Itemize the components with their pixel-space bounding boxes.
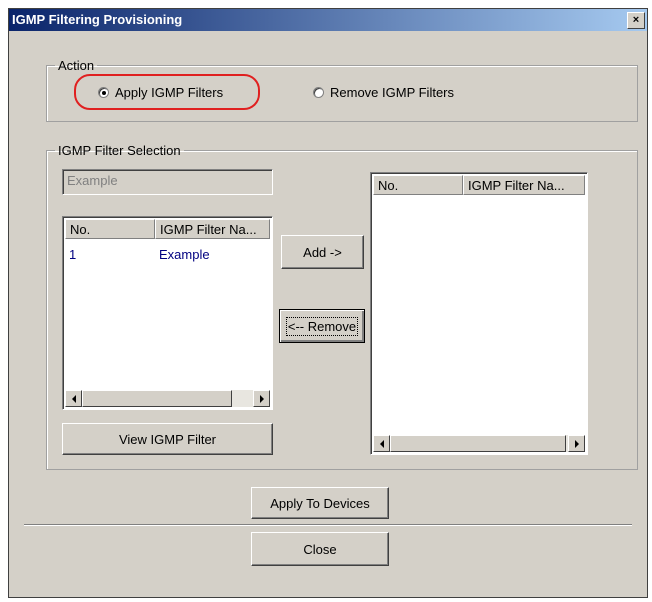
scroll-right-button[interactable] bbox=[568, 435, 585, 452]
available-filters-table[interactable]: No. IGMP Filter Na... 1 Example bbox=[62, 216, 273, 410]
filter-name-field[interactable]: Example bbox=[62, 169, 273, 195]
row-no-cell: 1 bbox=[69, 247, 77, 262]
window-title: IGMP Filtering Provisioning bbox=[12, 12, 183, 27]
scroll-left-button[interactable] bbox=[65, 390, 82, 407]
radio-remove-igmp-filters[interactable]: Remove IGMP Filters bbox=[313, 85, 454, 100]
apply-to-devices-button[interactable]: Apply To Devices bbox=[251, 487, 389, 519]
remove-button[interactable]: <-- Remove bbox=[279, 309, 365, 343]
table-header: No. IGMP Filter Na... bbox=[373, 175, 585, 195]
add-button-label: Add -> bbox=[303, 244, 342, 260]
remove-button-label: <-- Remove bbox=[285, 316, 359, 336]
view-igmp-filter-button[interactable]: View IGMP Filter bbox=[62, 423, 273, 455]
radio-remove-label: Remove IGMP Filters bbox=[330, 85, 455, 100]
annotation-highlight bbox=[74, 74, 260, 110]
footer-divider bbox=[24, 524, 632, 526]
scroll-left-button[interactable] bbox=[373, 435, 390, 452]
table-row[interactable]: 1 Example bbox=[65, 245, 270, 263]
add-button[interactable]: Add -> bbox=[281, 235, 364, 269]
arrow-right-icon bbox=[259, 394, 264, 403]
close-button-label: Close bbox=[303, 541, 337, 557]
arrow-right-icon bbox=[574, 439, 579, 448]
close-button[interactable]: Close bbox=[251, 532, 389, 566]
table-header: No. IGMP Filter Na... bbox=[65, 219, 270, 239]
radio-unselected-icon bbox=[313, 87, 324, 98]
action-legend: Action bbox=[58, 58, 95, 73]
scroll-thumb[interactable] bbox=[82, 390, 232, 407]
column-header-no[interactable]: No. bbox=[65, 219, 155, 239]
column-header-no[interactable]: No. bbox=[373, 175, 463, 195]
scroll-right-button[interactable] bbox=[253, 390, 270, 407]
horizontal-scrollbar[interactable] bbox=[65, 390, 270, 407]
view-igmp-filter-label: View IGMP Filter bbox=[118, 431, 217, 447]
title-bar[interactable]: IGMP Filtering Provisioning × bbox=[9, 9, 647, 31]
close-window-icon[interactable]: × bbox=[627, 12, 645, 29]
arrow-left-icon bbox=[71, 394, 76, 403]
apply-to-devices-label: Apply To Devices bbox=[270, 495, 370, 511]
selected-filters-table[interactable]: No. IGMP Filter Na... bbox=[370, 172, 588, 455]
arrow-left-icon bbox=[379, 439, 384, 448]
horizontal-scrollbar[interactable] bbox=[373, 435, 585, 452]
filter-selection-legend: IGMP Filter Selection bbox=[58, 143, 181, 158]
row-name-cell: Example bbox=[159, 247, 210, 262]
scroll-track[interactable] bbox=[390, 435, 568, 452]
column-header-filter-name[interactable]: IGMP Filter Na... bbox=[155, 219, 270, 239]
column-header-filter-name[interactable]: IGMP Filter Na... bbox=[463, 175, 585, 195]
scroll-track[interactable] bbox=[82, 390, 253, 407]
scroll-thumb[interactable] bbox=[390, 435, 566, 452]
